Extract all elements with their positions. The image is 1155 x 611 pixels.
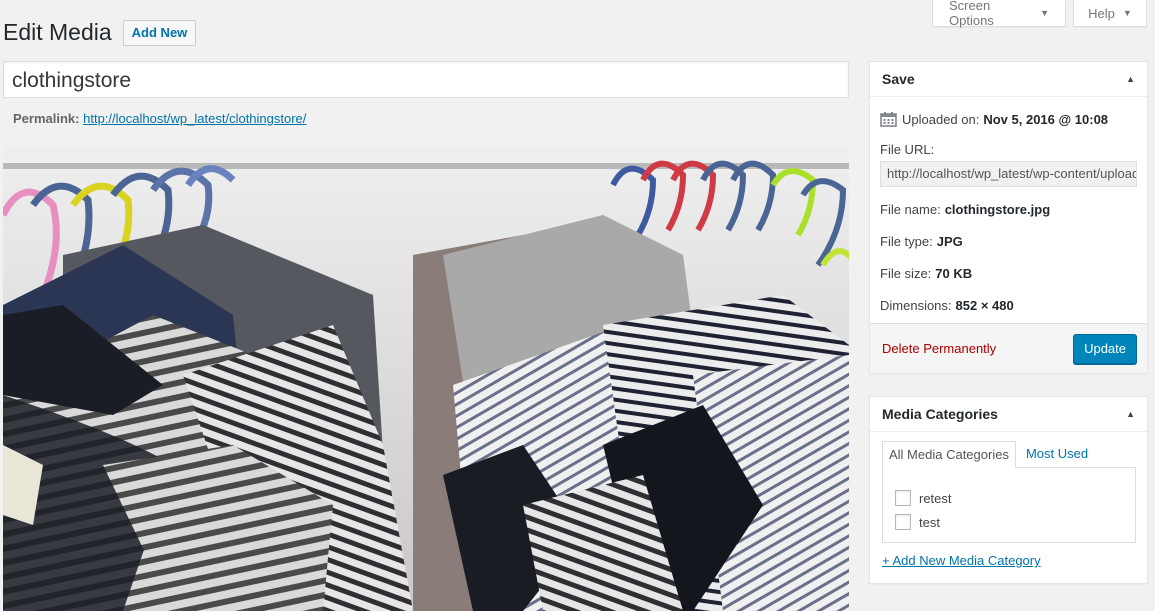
file-url-label: File URL: xyxy=(880,142,935,157)
category-tabs: All Media Categories Most Used xyxy=(882,441,1094,468)
category-item-test[interactable]: test xyxy=(895,510,1135,534)
permalink-label: Permalink: xyxy=(13,111,80,126)
category-label: test xyxy=(919,514,940,530)
screen-meta-links: Screen Options ▼ Help ▼ xyxy=(932,0,1147,28)
add-new-button[interactable]: Add New xyxy=(122,19,197,46)
media-preview-image xyxy=(3,145,849,611)
file-type-value: JPG xyxy=(936,234,963,249)
add-new-media-category-link[interactable]: + Add New Media Category xyxy=(882,553,1041,568)
file-name-row: File name: clothingstore.jpg xyxy=(880,202,1137,217)
dimensions-row: Dimensions: 852 × 480 xyxy=(880,298,1137,313)
page-title: Edit Media xyxy=(3,19,112,45)
caret-down-icon: ▼ xyxy=(1122,8,1132,18)
collapse-arrow-icon[interactable]: ▲ xyxy=(1126,74,1135,84)
uploaded-value: Nov 5, 2016 @ 10:08 xyxy=(983,111,1109,127)
file-type-row: File type: JPG xyxy=(880,234,1137,249)
category-checklist: retest test xyxy=(882,467,1136,543)
permalink: Permalink: http://localhost/wp_latest/cl… xyxy=(13,111,306,126)
category-item-retest[interactable]: retest xyxy=(895,486,1135,510)
media-categories-title: Media Categories xyxy=(882,406,998,422)
screen-options-button[interactable]: Screen Options ▼ xyxy=(932,0,1066,28)
file-size-value: 70 KB xyxy=(935,266,973,281)
permalink-link[interactable]: http://localhost/wp_latest/clothingstore… xyxy=(83,111,306,126)
media-categories-box: Media Categories ▲ All Media Categories … xyxy=(869,396,1148,584)
file-size-label: File size: xyxy=(880,266,932,281)
calendar-icon xyxy=(880,111,897,127)
category-label: retest xyxy=(919,490,952,506)
screen-options-label: Screen Options xyxy=(949,0,994,28)
help-label: Help xyxy=(1088,5,1115,21)
collapse-arrow-icon[interactable]: ▲ xyxy=(1126,409,1135,419)
file-url-field[interactable]: http://localhost/wp_latest/wp-content/up… xyxy=(880,161,1137,187)
uploaded-label: Uploaded on: xyxy=(902,111,980,127)
tab-all-media-categories[interactable]: All Media Categories xyxy=(882,441,1016,468)
title-input[interactable]: clothingstore xyxy=(3,61,849,98)
checkbox[interactable] xyxy=(895,490,911,506)
file-type-label: File type: xyxy=(880,234,933,249)
dimensions-label: Dimensions: xyxy=(880,298,952,313)
file-name-label: File name: xyxy=(880,202,941,217)
save-box-header[interactable]: Save ▲ xyxy=(870,62,1147,97)
help-button[interactable]: Help ▼ xyxy=(1073,0,1147,27)
save-box: Save ▲ Uploaded on: Nov 5, 2016 @ 10:08 … xyxy=(869,61,1148,374)
media-categories-header[interactable]: Media Categories ▲ xyxy=(870,397,1147,432)
checkbox[interactable] xyxy=(895,514,911,530)
tab-most-used[interactable]: Most Used xyxy=(1020,441,1094,468)
file-name-value: clothingstore.jpg xyxy=(944,202,1051,217)
file-size-row: File size: 70 KB xyxy=(880,266,1137,281)
update-button[interactable]: Update xyxy=(1073,333,1137,364)
uploaded-on-row: Uploaded on: Nov 5, 2016 @ 10:08 xyxy=(880,108,1137,130)
save-box-title: Save xyxy=(882,71,915,87)
dimensions-value: 852 × 480 xyxy=(955,298,1014,313)
delete-permanently-link[interactable]: Delete Permanently xyxy=(882,341,996,356)
caret-down-icon: ▼ xyxy=(1040,8,1049,18)
save-actions: Delete Permanently Update xyxy=(870,323,1147,373)
page-header: Edit Media Add New xyxy=(3,18,197,47)
